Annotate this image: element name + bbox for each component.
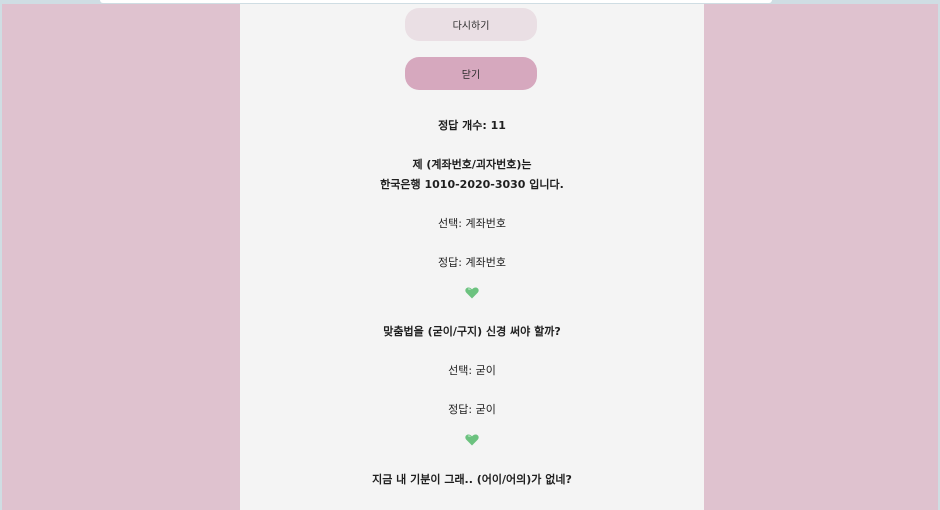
question-1-correct-answer: 정답: 계좌번호 — [438, 256, 506, 269]
retry-button[interactable]: 다시하기 — [405, 8, 537, 41]
results-panel: 다시하기 닫기 정답 개수: 11 제 (계좌번호/괴자번호)는 한국은행 10… — [240, 4, 704, 510]
question-3-prompt: 지금 내 기분이 그래.. (어이/어의)가 없네? — [372, 473, 572, 486]
green-heart-icon — [465, 287, 479, 299]
question-1-prompt-line-2: 한국은행 1010-2020-3030 입니다. — [380, 178, 564, 191]
question-2-prompt: 맞춤법을 (굳이/구지) 신경 써야 할까? — [383, 325, 561, 338]
top-browser-strip — [100, 0, 772, 3]
question-1-selected-answer: 선택: 계좌번호 — [438, 217, 506, 230]
question-2-correct-answer: 정답: 굳이 — [448, 403, 496, 416]
score-text: 정답 개수: 11 — [438, 119, 506, 132]
question-2-selected-answer: 선택: 굳이 — [448, 364, 496, 377]
green-heart-icon — [465, 434, 479, 446]
quiz-results-page: 다시하기 닫기 정답 개수: 11 제 (계좌번호/괴자번호)는 한국은행 10… — [2, 4, 938, 510]
close-button[interactable]: 닫기 — [405, 57, 537, 90]
question-1-prompt-line-1: 제 (계좌번호/괴자번호)는 — [412, 158, 532, 171]
